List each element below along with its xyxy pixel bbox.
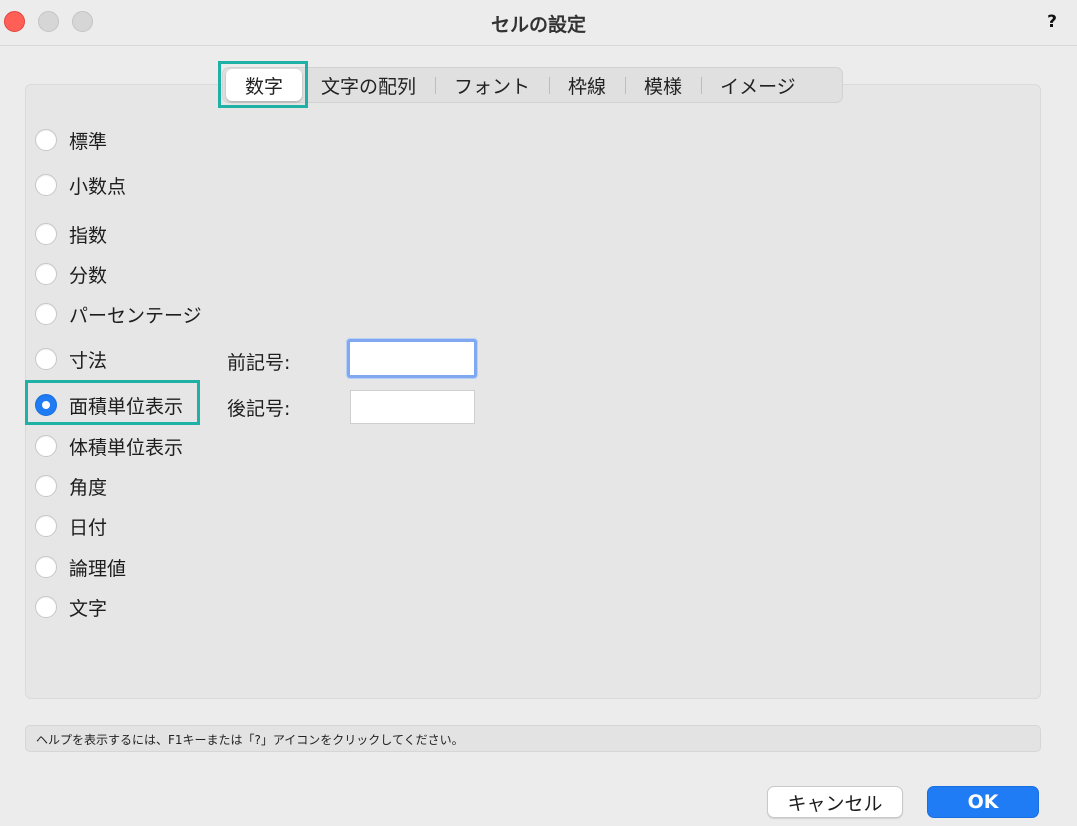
help-icon[interactable]: ?: [1047, 12, 1057, 32]
radio-option-text[interactable]: 文字: [35, 594, 107, 620]
title-bar: セルの設定 ?: [0, 0, 1077, 46]
ok-button[interactable]: OK: [927, 786, 1039, 818]
radio-option-dimension[interactable]: 寸法: [35, 346, 107, 372]
window-title: セルの設定: [490, 14, 586, 36]
tab-pattern[interactable]: 模様: [625, 69, 701, 101]
radio-option-decimal[interactable]: 小数点: [35, 172, 126, 198]
radio-option-boolean[interactable]: 論理値: [35, 554, 126, 580]
tab-number[interactable]: 数字: [226, 69, 302, 101]
option-label: 面積単位表示: [69, 395, 184, 418]
radio-option-volume-unit[interactable]: 体積単位表示: [35, 433, 183, 459]
prefix-label: 前記号:: [227, 352, 291, 374]
radio-button[interactable]: [35, 263, 57, 285]
option-label: 指数: [69, 224, 108, 247]
cancel-button[interactable]: キャンセル: [767, 786, 903, 818]
prefix-input[interactable]: [347, 339, 477, 378]
radio-option-date[interactable]: 日付: [35, 513, 107, 539]
tab-bar: 数字 文字の配列 フォント 枠線 模様 イメージ: [222, 67, 843, 103]
option-label: 寸法: [69, 349, 108, 372]
radio-button[interactable]: [35, 596, 57, 618]
tab-alignment[interactable]: 文字の配列: [302, 69, 435, 101]
radio-option-standard[interactable]: 標準: [35, 127, 107, 153]
option-label: パーセンテージ: [69, 304, 202, 327]
tab-image[interactable]: イメージ: [701, 69, 815, 101]
radio-option-area-unit[interactable]: 面積単位表示: [35, 392, 183, 418]
suffix-input[interactable]: [350, 390, 475, 424]
option-label: 文字: [69, 597, 108, 620]
option-label: 角度: [69, 476, 108, 499]
radio-button[interactable]: [35, 475, 57, 497]
option-label: 標準: [69, 130, 108, 153]
radio-option-angle[interactable]: 角度: [35, 473, 107, 499]
radio-option-exponent[interactable]: 指数: [35, 221, 107, 247]
option-label: 論理値: [69, 557, 127, 580]
radio-button-selected[interactable]: [35, 394, 57, 416]
suffix-label: 後記号:: [227, 398, 291, 420]
radio-button[interactable]: [35, 515, 57, 537]
tab-font[interactable]: フォント: [435, 69, 549, 101]
radio-button[interactable]: [35, 303, 57, 325]
radio-button[interactable]: [35, 129, 57, 151]
tab-border[interactable]: 枠線: [549, 69, 625, 101]
help-status-text: ヘルプを表示するには、F1キーまたは「?」アイコンをクリックしてください。: [36, 733, 464, 747]
option-label: 小数点: [69, 175, 127, 198]
radio-button[interactable]: [35, 223, 57, 245]
radio-button[interactable]: [35, 174, 57, 196]
radio-option-fraction[interactable]: 分数: [35, 261, 107, 287]
option-label: 体積単位表示: [69, 436, 184, 459]
radio-button[interactable]: [35, 435, 57, 457]
radio-option-percentage[interactable]: パーセンテージ: [35, 301, 202, 327]
option-label: 分数: [69, 264, 108, 287]
option-label: 日付: [69, 516, 108, 539]
help-status-bar: ヘルプを表示するには、F1キーまたは「?」アイコンをクリックしてください。: [25, 725, 1041, 752]
radio-button[interactable]: [35, 556, 57, 578]
radio-button[interactable]: [35, 348, 57, 370]
